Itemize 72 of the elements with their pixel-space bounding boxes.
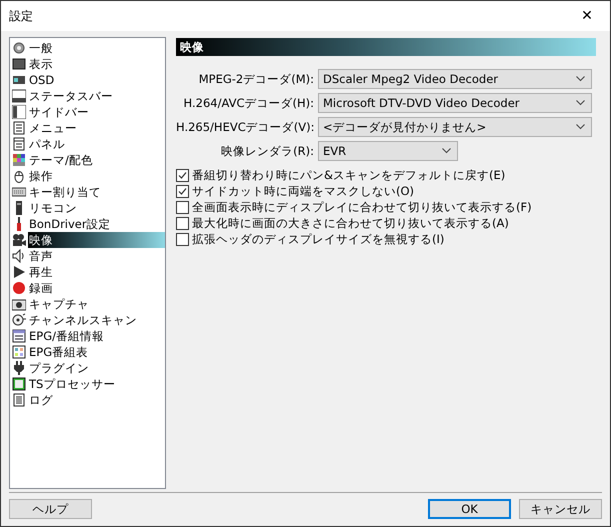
- category-item[interactable]: 再生: [28, 264, 56, 280]
- category-item[interactable]: 映像: [28, 232, 165, 248]
- field-label: 映像レンダラ(R):: [220, 144, 314, 158]
- window-title: 設定: [9, 8, 33, 24]
- category-item[interactable]: パネル: [28, 136, 68, 152]
- category-icon: [12, 137, 26, 151]
- section-header: 映像: [176, 38, 596, 56]
- chevron-icon: [576, 124, 585, 130]
- category-icon: [12, 41, 26, 55]
- category-item[interactable]: メニュー: [28, 120, 80, 136]
- help-button[interactable]: ヘルプ: [9, 499, 92, 519]
- category-item[interactable]: キー割り当て: [28, 184, 104, 200]
- ok-button[interactable]: OK: [428, 499, 511, 519]
- category-icon: [12, 393, 26, 407]
- category-icon: [12, 249, 26, 263]
- category-icon: [12, 361, 26, 375]
- field-label: MPEG-2デコーダ(M):: [198, 72, 314, 86]
- category-item[interactable]: TSプロセッサー: [28, 376, 118, 392]
- category-icon: [12, 57, 26, 71]
- cancel-button[interactable]: キャンセル: [519, 499, 602, 519]
- checkbox-label: 番組切り替わり時にパン&スキャンをデフォルトに戻す(E): [192, 168, 506, 182]
- category-item[interactable]: プラグイン: [28, 360, 92, 376]
- category-item[interactable]: EPG/番組情報: [28, 328, 107, 344]
- dropdown[interactable]: <デコーダが見付かりません>: [318, 117, 592, 137]
- category-icon: [12, 377, 26, 391]
- category-icon: [12, 153, 26, 167]
- checkbox[interactable]: [176, 200, 189, 214]
- category-item[interactable]: 一般: [28, 40, 56, 56]
- category-icon: [12, 265, 26, 279]
- category-icon: [12, 313, 26, 327]
- category-icon: [12, 345, 26, 359]
- category-item[interactable]: リモコン: [28, 200, 80, 216]
- category-item[interactable]: 表示: [28, 56, 56, 72]
- chevron-icon: [442, 148, 451, 154]
- category-icon: [12, 185, 26, 199]
- category-icon: [12, 233, 26, 247]
- category-icon: [12, 73, 26, 87]
- category-item[interactable]: EPG番組表: [28, 344, 92, 360]
- category-item[interactable]: テーマ/配色: [28, 152, 96, 168]
- checkbox[interactable]: [176, 184, 189, 198]
- category-item[interactable]: 操作: [28, 168, 56, 184]
- chevron-icon: [576, 76, 585, 82]
- checkbox[interactable]: [176, 232, 189, 246]
- category-icon: [12, 169, 26, 183]
- category-icon: [12, 281, 26, 295]
- checkbox-label: サイドカット時に両端をマスクしない(O): [192, 184, 414, 198]
- checkbox[interactable]: [176, 216, 189, 230]
- category-item[interactable]: ログ: [28, 392, 56, 408]
- category-item[interactable]: ステータスバー: [28, 88, 116, 104]
- category-icon: [12, 105, 26, 119]
- dropdown[interactable]: EVR: [318, 141, 458, 161]
- category-icon: [12, 89, 26, 103]
- category-item[interactable]: 録画: [28, 280, 56, 296]
- category-item[interactable]: 音声: [28, 248, 56, 264]
- close-button[interactable]: ✕: [564, 1, 610, 31]
- checkbox-label: 最大化時に画面の大きさに合わせて切り抜いて表示する(A): [192, 216, 509, 230]
- checkbox-label: 全画面表示時にディスプレイに合わせて切り抜いて表示する(F): [192, 200, 532, 214]
- category-icon: [12, 329, 26, 343]
- category-item[interactable]: OSD: [28, 72, 58, 88]
- dropdown[interactable]: Microsoft DTV-DVD Video Decoder: [318, 93, 592, 113]
- chevron-icon: [576, 100, 585, 106]
- checkbox-label: 拡張ヘッダのディスプレイサイズを無視する(I): [192, 232, 444, 246]
- category-item[interactable]: キャプチャ: [28, 296, 92, 312]
- dropdown[interactable]: DScaler Mpeg2 Video Decoder: [318, 69, 592, 89]
- category-icon: [12, 297, 26, 311]
- category-item[interactable]: サイドバー: [28, 104, 92, 120]
- category-item[interactable]: チャンネルスキャン: [28, 312, 140, 328]
- field-label: H.265/HEVCデコーダ(V):: [176, 120, 314, 134]
- category-item[interactable]: BonDriver設定: [28, 216, 114, 232]
- category-icon: [12, 121, 26, 135]
- checkbox[interactable]: [176, 168, 189, 182]
- field-label: H.264/AVCデコーダ(H):: [182, 96, 314, 110]
